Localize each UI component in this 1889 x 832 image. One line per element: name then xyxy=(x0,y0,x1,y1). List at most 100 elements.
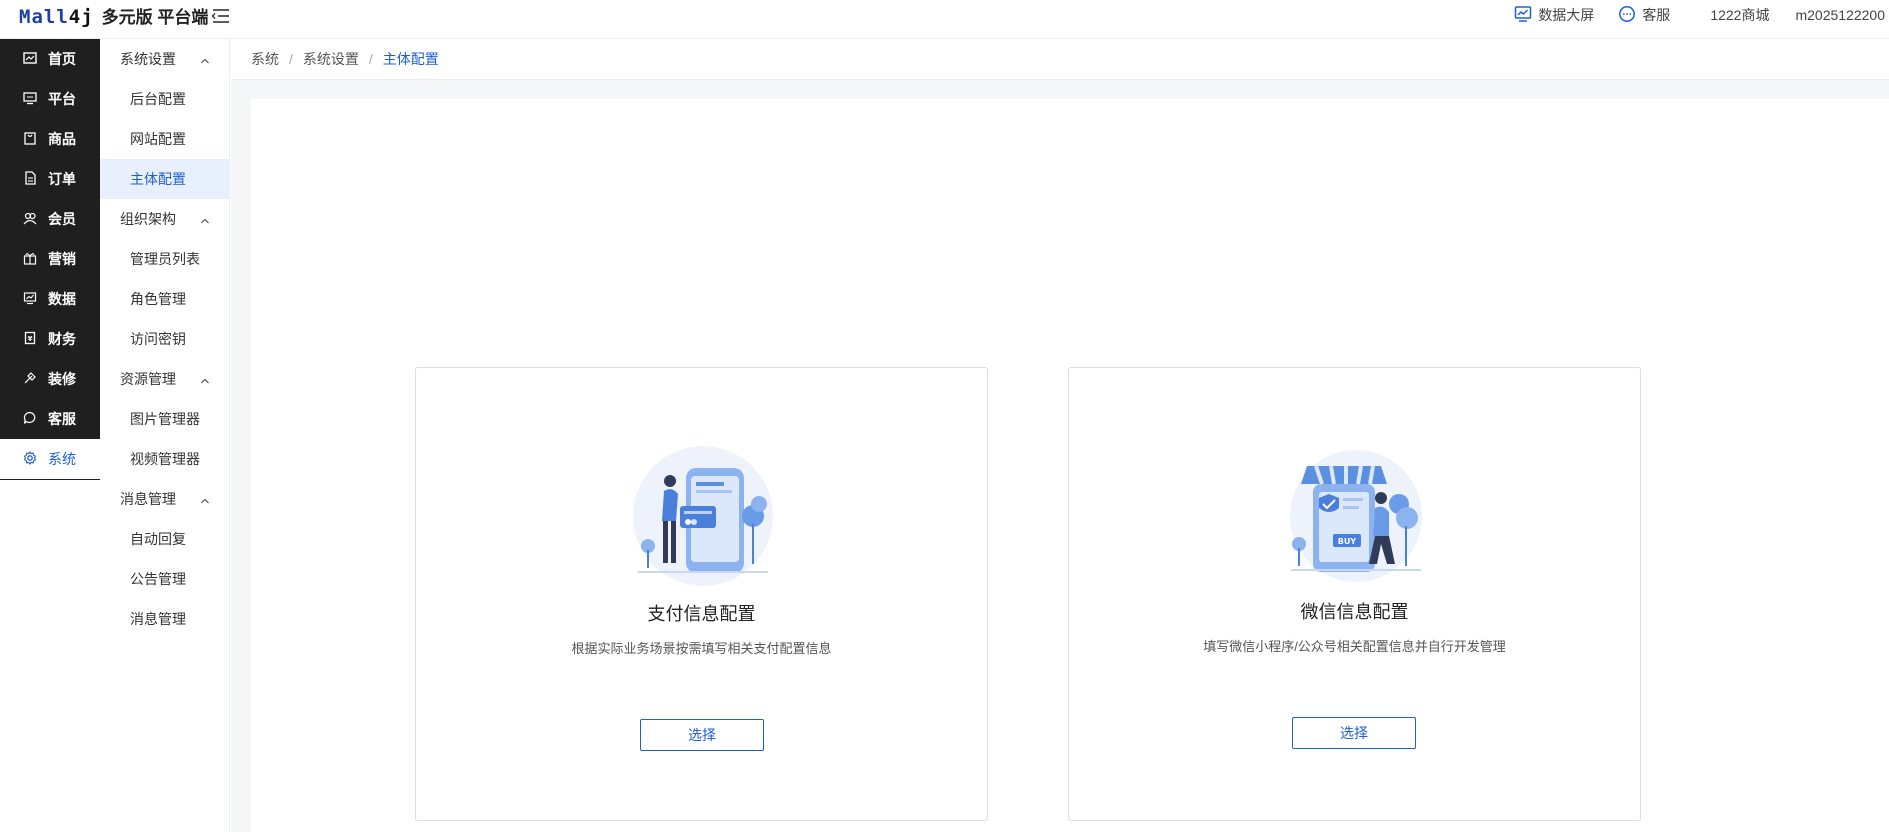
gift-icon xyxy=(23,251,37,268)
nav-item-members[interactable]: 会员 xyxy=(0,199,100,239)
chat-icon xyxy=(23,411,37,428)
chevron-up-icon xyxy=(200,53,210,64)
sub-item-label: 角色管理 xyxy=(130,291,186,307)
breadcrumb: 系统 / 系统设置 / 主体配置 xyxy=(231,39,1889,80)
nav-label: 商品 xyxy=(48,131,76,147)
nav-label: 数据 xyxy=(48,291,76,307)
main-content: 系统 / 系统设置 / 主体配置 支付信息配置 根据实际业务场景按需填写相关支付… xyxy=(231,39,1889,832)
nav-label: 平台 xyxy=(48,91,76,107)
users-icon xyxy=(23,211,37,228)
wallet-icon: ¥ xyxy=(23,331,37,348)
nav-label: 客服 xyxy=(48,411,76,427)
top-header: Mall4j 多元版 平台端 数据大屏 客服 1222商城 m202512220… xyxy=(0,0,1889,39)
nav-item-data[interactable]: 数据 xyxy=(0,279,100,319)
nav-item-platform[interactable]: 平台 xyxy=(0,79,100,119)
sub-group-label: 消息管理 xyxy=(120,491,176,507)
sub-group-system-settings[interactable]: 系统设置 xyxy=(100,39,230,79)
breadcrumb-item[interactable]: 系统 xyxy=(251,49,279,69)
card-title: 微信信息配置 xyxy=(1300,602,1409,622)
logo-text: 多元版 平台端 xyxy=(101,8,209,27)
nav-item-marketing[interactable]: 营销 xyxy=(0,239,100,279)
home-icon xyxy=(23,51,37,68)
monitor-icon xyxy=(23,91,37,108)
card-description: 填写微信小程序/公众号相关配置信息并自行开发管理 xyxy=(1203,639,1506,654)
chart-icon xyxy=(23,291,37,308)
sub-item-label: 网站配置 xyxy=(130,131,186,147)
document-icon xyxy=(23,170,37,188)
breadcrumb-item[interactable]: 系统设置 xyxy=(303,49,359,69)
sub-item-backend-config[interactable]: 后台配置 xyxy=(100,79,230,119)
sub-item-auto-reply[interactable]: 自动回复 xyxy=(100,519,230,559)
payment-config-card: 支付信息配置 根据实际业务场景按需填写相关支付配置信息 选择 xyxy=(415,367,988,821)
sub-item-website-config[interactable]: 网站配置 xyxy=(100,119,230,159)
user-menu[interactable]: m2025122200 xyxy=(1795,7,1885,23)
wechat-config-card: BUY 微信信息配置 填写微信小程序/公众号相关配置信息并自行开发管理 选择 xyxy=(1068,367,1641,821)
nav-item-home[interactable]: 首页 xyxy=(0,39,100,79)
sub-item-label: 图片管理器 xyxy=(130,411,200,427)
sub-item-label: 访问密钥 xyxy=(130,331,186,347)
sub-item-admin-list[interactable]: 管理员列表 xyxy=(100,239,230,279)
card-description: 根据实际业务场景按需填写相关支付配置信息 xyxy=(571,641,832,656)
sub-item-message-management[interactable]: 消息管理 xyxy=(100,599,230,639)
sub-item-label: 主体配置 xyxy=(130,171,186,187)
nav-item-orders[interactable]: 订单 xyxy=(0,159,100,199)
nav-item-products[interactable]: 商品 xyxy=(0,119,100,159)
sub-group-organization[interactable]: 组织架构 xyxy=(100,199,230,239)
logo[interactable]: Mall4j 多元版 平台端 xyxy=(19,3,209,28)
gear-icon xyxy=(23,450,37,468)
nav-label: 订单 xyxy=(48,171,76,187)
breadcrumb-current: 主体配置 xyxy=(382,51,439,67)
sub-item-entity-config[interactable]: 主体配置 xyxy=(100,159,230,199)
nav-label: 首页 xyxy=(48,51,76,67)
select-payment-button[interactable]: 选择 xyxy=(640,719,764,751)
svg-text:¥: ¥ xyxy=(28,335,33,343)
card-title: 支付信息配置 xyxy=(647,604,756,624)
sub-group-resources[interactable]: 资源管理 xyxy=(100,359,230,399)
dashboard-icon xyxy=(1514,5,1532,26)
nav-label: 系统 xyxy=(48,451,76,467)
customer-service-label: 客服 xyxy=(1642,7,1671,23)
shop-illustration-icon: BUY xyxy=(1281,446,1431,588)
chevron-up-icon xyxy=(200,373,210,384)
shop-name[interactable]: 1222商城 xyxy=(1710,5,1769,25)
nav-item-decoration[interactable]: 装修 xyxy=(0,359,100,399)
nav-label: 营销 xyxy=(48,251,76,267)
nav-item-finance[interactable]: ¥ 财务 xyxy=(0,319,100,359)
sub-group-label: 资源管理 xyxy=(120,371,176,387)
nav-label: 装修 xyxy=(48,371,76,387)
shop-name-label: 1222商城 xyxy=(1710,7,1770,23)
sub-item-label: 视频管理器 xyxy=(130,451,200,467)
bag-icon xyxy=(23,131,37,148)
sub-item-video-manager[interactable]: 视频管理器 xyxy=(100,439,230,479)
sub-item-access-keys[interactable]: 访问密钥 xyxy=(100,319,230,359)
sub-item-label: 后台配置 xyxy=(130,91,186,107)
sub-group-messages[interactable]: 消息管理 xyxy=(100,479,230,519)
nav-label: 会员 xyxy=(48,211,76,227)
brush-icon xyxy=(23,371,37,388)
sub-item-role-management[interactable]: 角色管理 xyxy=(100,279,230,319)
chat-bubble-icon xyxy=(1618,5,1636,26)
sub-item-label: 自动回复 xyxy=(130,531,186,547)
nav-item-service[interactable]: 客服 xyxy=(0,399,100,439)
breadcrumb-separator: / xyxy=(289,51,293,67)
sub-group-label: 系统设置 xyxy=(120,51,176,67)
svg-text:BUY: BUY xyxy=(1338,537,1357,546)
data-screen-button[interactable]: 数据大屏 xyxy=(1514,5,1594,26)
sub-item-announcements[interactable]: 公告管理 xyxy=(100,559,230,599)
sub-item-label: 消息管理 xyxy=(130,611,186,627)
nav-item-system[interactable]: 系统 xyxy=(0,439,100,479)
sub-item-label: 管理员列表 xyxy=(130,251,200,267)
menu-collapse-icon[interactable] xyxy=(211,7,231,25)
config-panel: 支付信息配置 根据实际业务场景按需填写相关支付配置信息 选择 BUY 微信信息配… xyxy=(251,99,1889,832)
sub-item-image-manager[interactable]: 图片管理器 xyxy=(100,399,230,439)
payment-illustration-icon xyxy=(628,446,778,588)
chevron-up-icon xyxy=(200,493,210,504)
secondary-sidebar: 系统设置 后台配置 网站配置 主体配置 组织架构 管理员列表 角色管理 访问密钥… xyxy=(100,39,230,832)
chevron-up-icon xyxy=(200,213,210,224)
sub-item-label: 公告管理 xyxy=(130,571,186,587)
logo-mark: Mall4j xyxy=(19,6,94,28)
nav-label: 财务 xyxy=(48,331,76,347)
primary-sidebar: 首页 平台 商品 订单 会员 营销 数据 ¥ 财务 装修 客服 系统 xyxy=(0,39,100,832)
select-wechat-button[interactable]: 选择 xyxy=(1292,717,1416,749)
customer-service-button[interactable]: 客服 xyxy=(1618,5,1670,26)
